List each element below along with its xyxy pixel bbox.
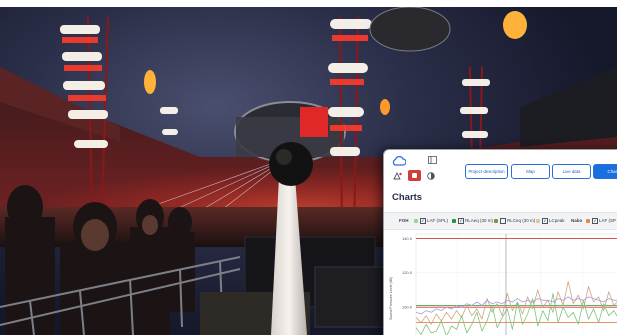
legend-swatch-icon [452,219,456,223]
legend-swatch-icon [494,219,498,223]
y-tick-label: 140.0 [402,236,413,241]
legend-group-nabo: Nabo [571,218,583,223]
contrast-icon[interactable] [427,172,435,180]
nav-live-data-button[interactable]: Live data [552,164,591,179]
legend-swatch-icon [586,219,590,223]
y-axis-label: Sound Pressure Level (dB) [389,277,393,320]
app-toolbar: Project description Map Live data Charts [384,150,617,188]
legend-swatch-icon [536,219,540,223]
concert-photo-background: Project description Map Live data Charts… [0,7,617,335]
checkbox-checked-icon[interactable]: ✓ [458,218,464,224]
legend-item-rlaeq[interactable]: RLAeq (30 m) [465,218,493,224]
nav-map-button[interactable]: Map [511,164,550,179]
checkbox-checked-icon[interactable]: ✓ [592,218,598,224]
checkbox-checked-icon[interactable]: ✓ [420,218,426,224]
checkbox-checked-icon[interactable]: ✓ [542,218,548,224]
legend-group-foh: FOH [399,218,409,223]
nav-project-description-button[interactable]: Project description [465,164,508,179]
checkbox-unchecked-icon[interactable] [500,218,506,224]
legend-item-lcpeak[interactable]: LCpeak [549,218,565,224]
record-icon[interactable] [408,170,421,181]
plot-area [415,233,617,335]
y-tick-label: 100.0 [402,304,413,309]
notification-icon[interactable] [393,172,402,180]
legend-item-laf-nabo[interactable]: LAF (SP [599,218,616,224]
legend-item-rlceq[interactable]: RLCeq (30 m) [507,218,535,224]
chart-legend: FOH ✓ LAF (SPL) ✓ RLAeq (30 m) RLCeq (30… [384,212,617,230]
sidebar-toggle-icon[interactable] [428,156,437,164]
sound-level-chart: 140.0120.0100.080.0Sound Pressure Level … [389,233,617,335]
cloud-icon[interactable] [392,156,406,166]
page-title: Charts [392,192,423,203]
nav-charts-button[interactable]: Charts [593,164,617,179]
y-tick-label: 120.0 [402,270,413,275]
legend-item-laf-spl[interactable]: LAF (SPL) [427,218,448,224]
monitoring-app-window: Project description Map Live data Charts… [383,149,617,335]
legend-swatch-icon [414,219,418,223]
